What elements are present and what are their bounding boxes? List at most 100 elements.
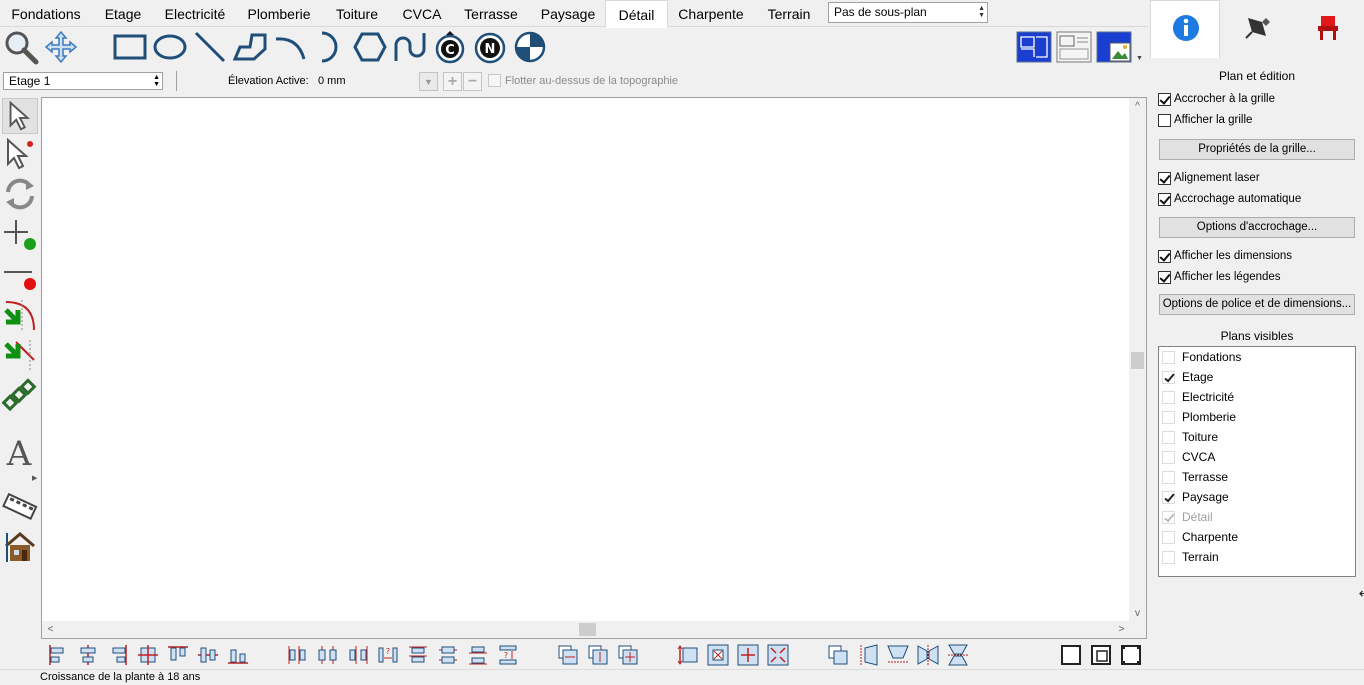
align-middle-icon[interactable] — [197, 644, 219, 666]
house-icon[interactable] — [2, 528, 38, 564]
mirror-horizontal-icon[interactable] — [917, 644, 939, 666]
align-center-both-icon[interactable] — [137, 644, 159, 666]
minus-icon[interactable]: − — [463, 72, 482, 91]
plan-item-fondations[interactable]: Fondations — [1159, 347, 1355, 367]
align-center-h-icon[interactable] — [77, 644, 99, 666]
plan-checkbox[interactable] — [1162, 451, 1175, 464]
align-right-icon[interactable] — [107, 644, 129, 666]
elevation-input[interactable]: 0 mm — [314, 72, 418, 90]
drawing-area[interactable] — [42, 98, 1130, 622]
more-views-icon[interactable]: ▼ — [1136, 55, 1143, 62]
plan-checkbox[interactable] — [1162, 551, 1175, 564]
scroll-up-icon[interactable]: ^ — [1129, 98, 1146, 115]
distribute-bottom-icon[interactable] — [467, 644, 489, 666]
frame-inner-icon[interactable] — [1090, 644, 1112, 666]
plan-item-plomberie[interactable]: Plomberie — [1159, 407, 1355, 427]
distribute-center-icon[interactable] — [317, 644, 339, 666]
duplicate-icon[interactable] — [827, 644, 849, 666]
panel-tab-info[interactable] — [1150, 0, 1220, 58]
show-legends-checkbox[interactable] — [1158, 271, 1171, 284]
plan-checkbox[interactable] — [1162, 491, 1175, 504]
laser-checkbox[interactable] — [1158, 172, 1171, 185]
plan-view-icon[interactable] — [1016, 31, 1052, 63]
plan-item-electricite[interactable]: Electricité — [1159, 387, 1355, 407]
plan-item-toiture[interactable]: Toiture — [1159, 427, 1355, 447]
add-point-icon[interactable] — [2, 216, 38, 252]
ellipse-icon[interactable] — [152, 29, 188, 65]
plan-checkbox[interactable] — [1162, 391, 1175, 404]
chain-icon[interactable] — [1, 376, 38, 412]
scroll-right-icon[interactable]: > — [1113, 621, 1130, 638]
frame-corners-icon[interactable] — [1120, 644, 1142, 666]
horizontal-scrollbar[interactable]: < > — [42, 621, 1130, 638]
film-icon[interactable] — [2, 488, 38, 524]
more-text-icon[interactable]: ▶ — [32, 474, 37, 482]
plan-checkbox[interactable] — [1162, 351, 1175, 364]
rotate-icon[interactable] — [2, 176, 38, 212]
plan-item-cvca[interactable]: CVCA — [1159, 447, 1355, 467]
chamfer-icon[interactable] — [2, 336, 38, 372]
stretch-vertical-icon[interactable] — [677, 644, 699, 666]
hexagon-icon[interactable] — [352, 29, 388, 65]
match-width-icon[interactable] — [557, 644, 579, 666]
photo-view-icon[interactable] — [1096, 31, 1132, 63]
mirror-vertical-icon[interactable] — [947, 644, 969, 666]
horizontal-scroll-thumb[interactable] — [579, 623, 596, 636]
spline-icon[interactable] — [392, 29, 428, 65]
distribute-middle-icon[interactable] — [437, 644, 459, 666]
snap-options-button[interactable]: Options d'accrochage... — [1159, 217, 1355, 238]
target-icon[interactable] — [512, 29, 548, 65]
drawing-canvas[interactable]: ^ v < > — [41, 97, 1147, 639]
rectangle-icon[interactable] — [112, 29, 148, 65]
center-in-box-icon[interactable] — [707, 644, 729, 666]
match-height-icon[interactable] — [587, 644, 609, 666]
tab-cvca[interactable]: CVCA — [394, 0, 450, 27]
tab-plomberie[interactable]: Plomberie — [238, 0, 320, 27]
subplan-select[interactable]: Pas de sous-plan ▲ ▼ — [828, 2, 988, 23]
space-vertical-icon[interactable]: ? — [497, 644, 519, 666]
center-point-icon[interactable] — [737, 644, 759, 666]
panel-tab-objects[interactable] — [1293, 0, 1363, 57]
show-grid-checkbox[interactable] — [1158, 114, 1171, 127]
tab-electricite[interactable]: Electricité — [156, 0, 234, 27]
chevron-down-icon[interactable]: ▼ — [419, 72, 438, 91]
copyright-icon[interactable]: C — [432, 29, 468, 65]
plus-icon[interactable]: + — [443, 72, 462, 91]
tab-terrasse[interactable]: Terrasse — [454, 0, 528, 27]
tab-etage[interactable]: Etage — [94, 0, 152, 27]
mirror-top-icon[interactable] — [887, 644, 909, 666]
grid-properties-button[interactable]: Propriétés de la grille... — [1159, 139, 1355, 160]
distribute-left-icon[interactable] — [287, 644, 309, 666]
plan-checkbox[interactable] — [1162, 371, 1175, 384]
floor-select[interactable]: Etage 1 ▲ ▼ — [3, 72, 163, 90]
tab-terrain[interactable]: Terrain — [756, 0, 822, 27]
scroll-down-icon[interactable]: v — [1129, 605, 1146, 622]
arc-icon[interactable] — [272, 29, 308, 65]
tab-toiture[interactable]: Toiture — [324, 0, 390, 27]
font-dims-options-button[interactable]: Options de police et de dimensions... — [1159, 294, 1355, 315]
pan-icon[interactable] — [43, 29, 79, 65]
plan-checkbox[interactable] — [1162, 471, 1175, 484]
plan-item-terrain[interactable]: Terrain — [1159, 547, 1355, 567]
align-left-icon[interactable] — [47, 644, 69, 666]
match-size-icon[interactable] — [617, 644, 639, 666]
align-bottom-icon[interactable] — [227, 644, 249, 666]
snap-grid-checkbox[interactable] — [1158, 93, 1171, 106]
delete-point-icon[interactable] — [2, 256, 38, 292]
scroll-left-icon[interactable]: < — [42, 621, 59, 638]
plan-item-terrasse[interactable]: Terrasse — [1159, 467, 1355, 487]
show-dims-checkbox[interactable] — [1158, 250, 1171, 263]
vertical-scrollbar[interactable]: ^ v — [1129, 98, 1146, 622]
space-horizontal-icon[interactable]: ? — [377, 644, 399, 666]
select-special-icon[interactable] — [2, 136, 38, 172]
north-arrow-icon[interactable]: N — [472, 29, 508, 65]
line-icon[interactable] — [192, 29, 228, 65]
plan-item-charpente[interactable]: Charpente — [1159, 527, 1355, 547]
tab-fondations[interactable]: Fondations — [2, 0, 90, 27]
plan-item-paysage[interactable]: Paysage — [1159, 487, 1355, 507]
plan-item-etage[interactable]: Etage — [1159, 367, 1355, 387]
distribute-top-icon[interactable] — [407, 644, 429, 666]
panel-tab-style[interactable] — [1222, 0, 1292, 57]
shrink-to-center-icon[interactable] — [767, 644, 789, 666]
align-top-icon[interactable] — [167, 644, 189, 666]
